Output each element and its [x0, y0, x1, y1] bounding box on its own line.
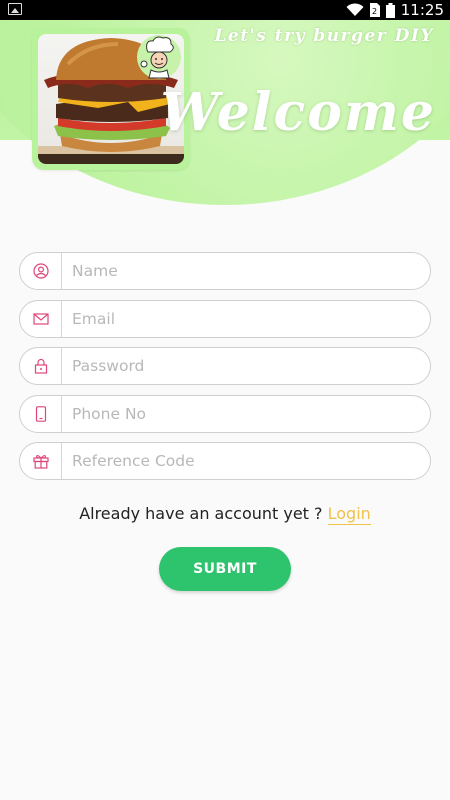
- welcome-title: Welcome: [160, 82, 436, 143]
- user-icon: [20, 253, 62, 289]
- lock-icon: [20, 348, 62, 384]
- name-input[interactable]: [62, 253, 430, 289]
- password-input[interactable]: [62, 348, 430, 384]
- phone-icon: [20, 395, 62, 432]
- login-prompt-text: Already have an account yet ?: [79, 504, 323, 523]
- login-prompt-line: Already have an account yet ? Login: [0, 504, 450, 525]
- gift-icon: [20, 443, 62, 479]
- name-field[interactable]: [19, 252, 431, 290]
- signup-form: [19, 252, 431, 490]
- login-link[interactable]: Login: [327, 504, 371, 525]
- battery-icon: [385, 2, 395, 18]
- password-field[interactable]: [19, 347, 431, 385]
- wifi-icon: [346, 3, 364, 16]
- header-banner: Let's try burger DIY Welcome: [0, 20, 450, 210]
- phone-field[interactable]: [19, 394, 431, 433]
- email-input[interactable]: [62, 300, 430, 337]
- header-tagline: Let's try burger DIY: [214, 26, 434, 46]
- mail-icon: [20, 300, 62, 337]
- email-field[interactable]: [19, 299, 431, 338]
- reference-code-field[interactable]: [19, 442, 431, 480]
- chef-icon: [137, 35, 181, 79]
- status-bar: 2 11:25: [0, 0, 450, 20]
- image-icon: [8, 3, 22, 15]
- submit-button[interactable]: SUBMIT: [159, 547, 291, 591]
- svg-text:2: 2: [372, 7, 377, 16]
- sim-icon: 2: [369, 3, 380, 17]
- status-time: 11:25: [400, 1, 444, 19]
- reference-code-input[interactable]: [62, 443, 430, 479]
- phone-input[interactable]: [62, 395, 430, 432]
